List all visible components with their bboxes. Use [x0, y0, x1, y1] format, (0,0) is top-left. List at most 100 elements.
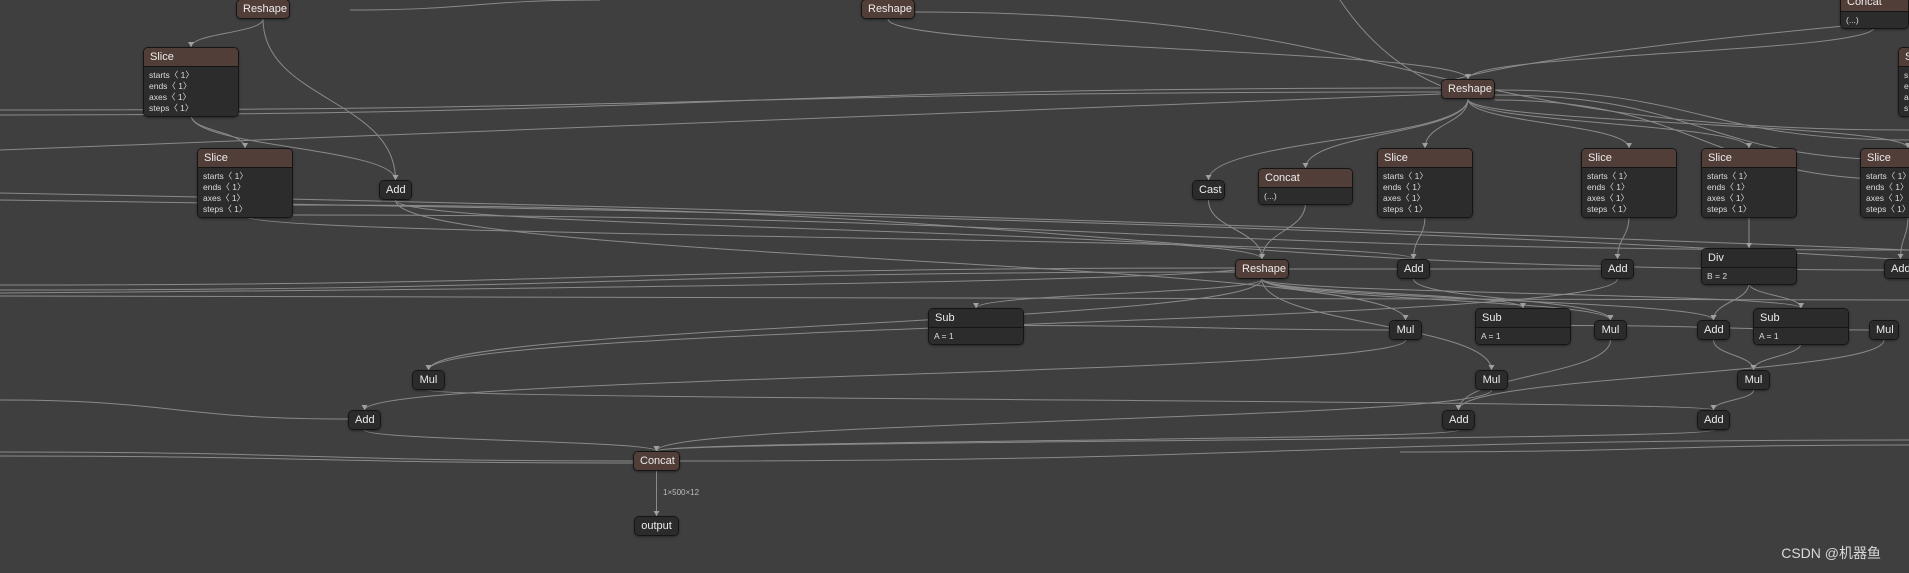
node-reshape-reshape-main[interactable]: Reshape: [1235, 259, 1289, 279]
node-attribute: ends〈 1〉: [1383, 182, 1426, 192]
edge-sub1-to-mul1: [1023, 325, 1390, 331]
node-concat-concat-final[interactable]: Concat: [633, 451, 680, 471]
node-op-label: Add: [1698, 321, 1729, 339]
node-attributes: starts〈 1〉 ends〈 1〉 axes〈 1〉 steps〈 1〉: [198, 168, 292, 217]
node-mul-mul4[interactable]: Mul: [412, 370, 445, 390]
background-wire: [1339, 0, 1442, 87]
node-add-add8[interactable]: Add: [1697, 410, 1730, 430]
node-sub-sub1[interactable]: Sub A = 1: [928, 308, 1024, 345]
edge-mul4-to-add8: [428, 389, 1714, 411]
edge-slice4-to-add3: [1617, 215, 1630, 260]
node-op-label: Reshape: [237, 0, 289, 18]
node-attribute: s: [1904, 103, 1909, 113]
node-attribute: starts〈 1〉: [1587, 171, 1632, 181]
node-slice-slice6[interactable]: Slice starts〈 1〉 ends〈 1〉 axes〈 1〉 steps〈 1〉: [1860, 148, 1909, 218]
edge-add1-to-reshape-main: [395, 199, 1263, 260]
node-slice-slice1[interactable]: Slice starts〈 1〉 ends〈 1〉 axes〈 1〉 steps〈 1〉: [143, 47, 239, 117]
node-op-label: Concat: [1259, 169, 1352, 188]
edge-reshape-mid-to-slice6: [1467, 98, 1909, 149]
node-attributes: B = 2: [1702, 268, 1796, 284]
node-attribute: e: [1904, 81, 1909, 91]
edge-label-output-shape: 1×500×12: [663, 488, 700, 497]
node-attribute: starts〈 1〉: [1707, 171, 1752, 181]
node-slice-slice4[interactable]: Slice starts〈 1〉 ends〈 1〉 axes〈 1〉 steps〈 1〉: [1581, 148, 1677, 218]
node-attributes: starts〈 1〉 ends〈 1〉 axes〈 1〉 steps〈 1〉: [1378, 168, 1472, 217]
node-op-label: Add: [349, 411, 380, 429]
node-slice-slice3[interactable]: Slice starts〈 1〉 ends〈 1〉 axes〈 1〉 steps〈 1〉: [1377, 148, 1473, 218]
edge-slice1-to-slice2: [190, 114, 246, 149]
node-op-label: Cast: [1193, 181, 1224, 199]
node-attributes: A = 1: [1754, 328, 1848, 344]
node-attribute: steps〈 1〉: [203, 204, 248, 214]
node-attributes: A = 1: [929, 328, 1023, 344]
node-attribute: A = 1: [1759, 331, 1779, 341]
edge-add8-to-concat-final: [656, 429, 1714, 452]
node-add-add4[interactable]: Add: [1884, 259, 1909, 279]
node-add-add1[interactable]: Add: [379, 180, 412, 200]
node-attribute: steps〈 1〉: [1587, 204, 1632, 214]
node-attributes: starts〈 1〉 ends〈 1〉 axes〈 1〉 steps〈 1〉: [1702, 168, 1796, 217]
node-sub-sub3[interactable]: Sub A = 1: [1753, 308, 1849, 345]
node-attributes: (...): [1259, 188, 1352, 204]
node-attribute: axes〈 1〉: [203, 193, 246, 203]
edge-reshape-main-to-sub2: [1261, 278, 1524, 309]
background-wire: [0, 295, 1909, 301]
node-sub-sub2[interactable]: Sub A = 1: [1475, 308, 1571, 345]
node-op-label: Add: [1602, 260, 1633, 278]
node-attribute: steps〈 1〉: [1866, 204, 1909, 214]
background-wire: [349, 0, 601, 11]
node-div-div[interactable]: Div B = 2: [1701, 248, 1797, 285]
node-op-label: Sub: [1476, 309, 1570, 328]
node-op-label: Mul: [1390, 321, 1421, 339]
node-attribute: a: [1904, 92, 1909, 102]
node-mul-mul3[interactable]: Mul: [1869, 320, 1899, 340]
node-cast-cast[interactable]: Cast: [1192, 180, 1225, 200]
node-add-add3[interactable]: Add: [1601, 259, 1634, 279]
background-wire: [0, 269, 1236, 294]
node-reshape-reshape-mid[interactable]: Reshape: [1441, 79, 1495, 99]
node-concat-concat-mid[interactable]: Concat (...): [1258, 168, 1353, 205]
node-mul-mul1[interactable]: Mul: [1389, 320, 1422, 340]
node-concat-concat-topright[interactable]: Concat (...): [1840, 0, 1909, 29]
edge-sub3-to-mul6: [1753, 342, 1802, 371]
node-reshape-reshape-top1[interactable]: Reshape: [236, 0, 290, 19]
node-mul-mul5[interactable]: Mul: [1475, 370, 1508, 390]
node-op-label: S: [1899, 48, 1909, 67]
background-wire: [0, 455, 634, 464]
node-s-slice-right-edge[interactable]: Sseas: [1898, 47, 1909, 117]
node-op-label: Reshape: [1236, 260, 1288, 278]
edge-div-to-sub3: [1748, 282, 1802, 309]
background-wire: [679, 439, 1909, 462]
background-wire: [292, 214, 1909, 251]
node-attribute: starts〈 1〉: [1866, 171, 1909, 181]
node-add-add6[interactable]: Add: [348, 410, 381, 430]
edge-reshape-mid-to-slice4: [1467, 98, 1630, 149]
node-attribute: axes〈 1〉: [1707, 193, 1750, 203]
node-attribute: ends〈 1〉: [203, 182, 246, 192]
node-slice-slice2[interactable]: Slice starts〈 1〉 ends〈 1〉 axes〈 1〉 steps〈 1〉: [197, 148, 293, 218]
node-reshape-reshape-top2[interactable]: Reshape: [861, 0, 915, 19]
node-output-output[interactable]: output: [634, 516, 679, 536]
graph-canvas[interactable]: Reshape Reshape Concat (...) Slice starts〈 1〉…: [0, 0, 1909, 573]
node-attribute: starts〈 1〉: [1383, 171, 1428, 181]
edge-reshape-top2-to-reshape-mid: [887, 18, 1469, 80]
node-attribute: s: [1904, 70, 1909, 80]
node-op-label: Add: [1443, 411, 1474, 429]
edge-mul6-to-add8: [1713, 389, 1754, 411]
node-slice-slice5[interactable]: Slice starts〈 1〉 ends〈 1〉 axes〈 1〉 steps〈 1〉: [1701, 148, 1797, 218]
node-attribute: B = 2: [1707, 271, 1728, 281]
node-mul-mul6[interactable]: Mul: [1737, 370, 1770, 390]
edge-reshape-main-to-sub1: [975, 278, 1263, 309]
edge-reshape-top1-to-slice1: [190, 18, 264, 48]
node-op-label: Concat: [1841, 0, 1908, 12]
node-add-add5[interactable]: Add: [1697, 320, 1730, 340]
node-attribute: steps〈 1〉: [1383, 204, 1428, 214]
node-attributes: starts〈 1〉 ends〈 1〉 axes〈 1〉 steps〈 1〉: [144, 67, 238, 116]
node-op-label: Reshape: [1442, 80, 1494, 98]
node-add-add2[interactable]: Add: [1397, 259, 1430, 279]
node-attribute: ends〈 1〉: [1707, 182, 1750, 192]
node-attribute: starts〈 1〉: [203, 171, 248, 181]
node-add-add7[interactable]: Add: [1442, 410, 1475, 430]
node-mul-mul2[interactable]: Mul: [1594, 320, 1627, 340]
node-op-label: Sub: [1754, 309, 1848, 328]
